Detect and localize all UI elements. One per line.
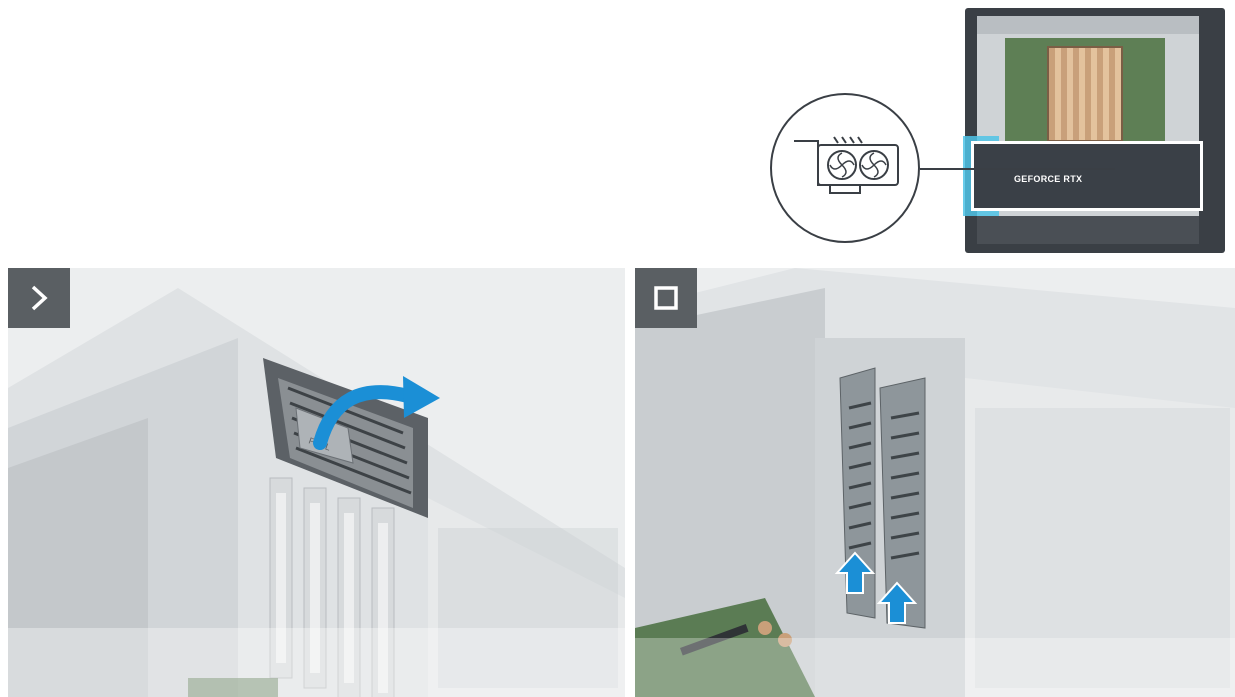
graphics-card-highlight: GEFORCE RTX [971,141,1203,211]
callout-line [920,168,1115,170]
graphics-card-callout [770,93,920,243]
stop-square-icon [654,286,678,310]
step-badge-next [8,268,70,328]
step-badge-stop [635,268,697,328]
gpu-label: GEFORCE RTX [1014,174,1083,184]
cpu-cooler [1047,46,1123,142]
system-overview: GEFORCE RTX [770,8,1230,258]
tower-interior: GEFORCE RTX [963,16,1203,244]
computer-tower-image: GEFORCE RTX [963,8,1225,253]
chassis-scene-1: PULL [8,288,625,697]
step-panel-remove-brackets [635,268,1235,697]
step-panel-open-latch: PULL [8,268,625,697]
chassis-scene-2 [635,268,1235,697]
power-supply [977,216,1199,244]
drive-bay [977,16,1199,34]
chevron-right-icon [31,285,48,311]
graphics-card-icon [794,136,899,194]
